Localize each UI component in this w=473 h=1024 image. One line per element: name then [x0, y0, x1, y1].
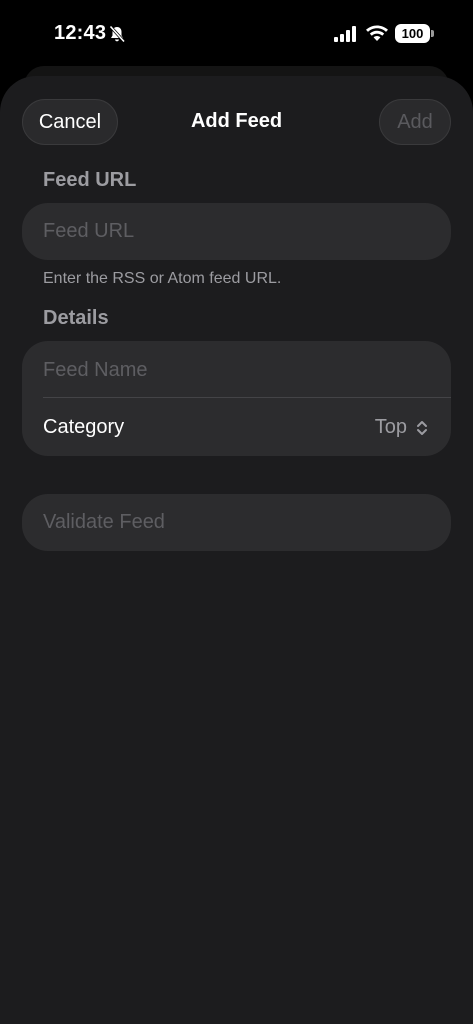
details-section-label: Details: [43, 307, 109, 329]
add-feed-sheet: Cancel Add Feed Add Feed URL Feed URL En…: [0, 76, 473, 1024]
wifi-icon: [366, 25, 388, 41]
cellular-signal-icon: [334, 26, 356, 42]
feed-url-placeholder: Feed URL: [43, 220, 135, 242]
feed-url-section-label: Feed URL: [43, 169, 137, 191]
bell-slash-icon: [109, 25, 126, 43]
validate-feed-button[interactable]: Validate Feed: [22, 494, 451, 551]
add-button[interactable]: Add: [379, 99, 451, 145]
details-divider: [43, 397, 451, 398]
battery-nub: [431, 30, 434, 37]
validate-feed-label: Validate Feed: [43, 511, 165, 533]
status-bar: 12:43 100: [0, 0, 473, 68]
category-picker[interactable]: Top: [375, 416, 407, 439]
feed-name-input[interactable]: Feed Name: [43, 359, 148, 382]
chevron-up-down-icon[interactable]: [415, 418, 429, 438]
status-time: 12:43: [54, 22, 107, 44]
category-label: Category: [43, 416, 125, 438]
details-group: Feed Name Category Top: [22, 341, 451, 456]
feed-url-input[interactable]: Feed URL: [22, 203, 451, 260]
feed-url-helper-text: Enter the RSS or Atom feed URL.: [43, 270, 282, 287]
battery-icon: 100: [395, 24, 430, 43]
